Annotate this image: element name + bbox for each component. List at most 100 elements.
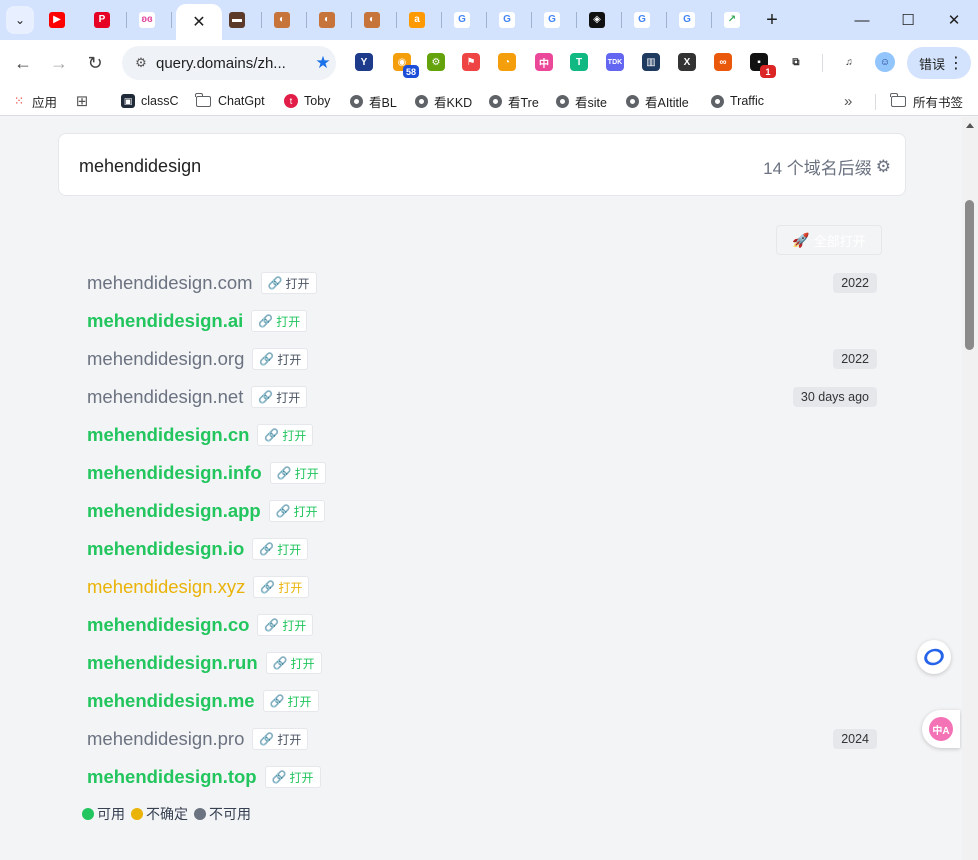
open-all-button[interactable]: 🚀 全部打开 xyxy=(776,225,882,255)
tab[interactable]: ◐ xyxy=(267,6,297,34)
open-domain-button[interactable]: 🔗 打开 xyxy=(262,690,319,712)
bookmark-item[interactable]: 看BL xyxy=(350,92,397,110)
bookmark-star-icon[interactable]: ★ xyxy=(310,53,336,73)
address-bar[interactable]: ⚙ query.domains/zh... ★ xyxy=(122,46,336,80)
tab-separator xyxy=(441,12,442,28)
t-extension-icon[interactable]: T xyxy=(570,53,588,71)
all-bookmarks[interactable]: 所有书签 xyxy=(890,92,963,110)
new-tab-button[interactable]: + xyxy=(760,8,784,32)
translate-extension-icon[interactable]: 中 xyxy=(535,53,553,71)
tab[interactable]: G xyxy=(627,6,657,34)
x-extension-icon[interactable]: X xyxy=(678,53,696,71)
tab-groups-button[interactable]: ⊞ xyxy=(75,92,95,110)
maximize-button[interactable]: ☐ xyxy=(885,0,931,40)
open-domain-button[interactable]: 🔗 打开 xyxy=(252,348,309,370)
domain-name[interactable]: mehendidesign.xyz xyxy=(87,576,245,598)
domain-row: mehendidesign.top 🔗 打开 xyxy=(87,758,877,796)
open-domain-button[interactable]: 🔗 打开 xyxy=(264,766,321,788)
menu-kebab-icon[interactable]: ⋮ xyxy=(948,53,964,73)
error-button[interactable]: 错误 ⋮ xyxy=(907,47,971,79)
domain-name[interactable]: mehendidesign.app xyxy=(87,500,261,522)
domain-name[interactable]: mehendidesign.co xyxy=(87,614,249,636)
domain-name[interactable]: mehendidesign.top xyxy=(87,766,257,788)
url-text[interactable]: query.domains/zh... xyxy=(156,55,310,72)
domain-name[interactable]: mehendidesign.cn xyxy=(87,424,249,446)
domain-name[interactable]: mehendidesign.pro xyxy=(87,728,244,750)
open-domain-button[interactable]: 🔗 打开 xyxy=(265,652,322,674)
close-icon[interactable]: ✕ xyxy=(192,12,205,32)
suffix-settings[interactable]: 14 个域名后缀 ⚙ xyxy=(763,154,891,179)
red-flag-extension-icon[interactable]: ⚑ xyxy=(462,53,480,71)
media-control-icon[interactable]: ♫ xyxy=(840,53,858,71)
tab[interactable]: G xyxy=(447,6,477,34)
open-domain-button[interactable]: 🔗 打开 xyxy=(257,614,314,636)
tab[interactable]: ↗ xyxy=(717,6,747,34)
bookmark-item[interactable]: 看AItitle xyxy=(626,92,689,110)
extensions-puzzle-icon[interactable]: ⧉ xyxy=(787,53,805,71)
bookmark-item[interactable]: Traffic xyxy=(711,92,764,110)
open-domain-button[interactable]: 🔗 打开 xyxy=(252,538,309,560)
domain-row: mehendidesign.run 🔗 打开 xyxy=(87,644,877,682)
domain-name[interactable]: mehendidesign.org xyxy=(87,348,244,370)
domain-row: mehendidesign.org 🔗 打开 2022 xyxy=(87,340,877,378)
tab[interactable]: ▬ xyxy=(222,6,252,34)
tab[interactable]: G xyxy=(537,6,567,34)
domain-name[interactable]: mehendidesign.com xyxy=(87,272,253,294)
site-info-icon[interactable]: ⚙ xyxy=(126,55,156,71)
tab[interactable]: a xyxy=(402,6,432,34)
y-extension-icon[interactable]: Y xyxy=(355,53,373,71)
tab[interactable]: G xyxy=(492,6,522,34)
tab[interactable]: ʚɞ xyxy=(132,6,162,34)
domain-name[interactable]: mehendidesign.net xyxy=(87,386,243,408)
tab-active[interactable]: ✕ xyxy=(176,4,222,40)
domain-name[interactable]: mehendidesign.io xyxy=(87,538,244,560)
bookmark-item[interactable]: ▣ classC xyxy=(121,92,179,110)
domain-name[interactable]: mehendidesign.info xyxy=(87,462,262,484)
bookmark-item[interactable]: t Toby xyxy=(284,92,330,110)
reload-button[interactable]: ↻ xyxy=(81,49,109,77)
open-domain-button[interactable]: 🔗 打开 xyxy=(252,728,309,750)
open-label: 打开 xyxy=(277,542,302,557)
scroll-thumb[interactable] xyxy=(965,200,974,350)
open-domain-button[interactable]: 🔗 打开 xyxy=(251,386,308,408)
open-domain-button[interactable]: 🔗 打开 xyxy=(260,272,317,294)
books-extension-icon[interactable]: ▥ xyxy=(642,53,660,71)
page-scrollbar[interactable] xyxy=(962,117,978,860)
link-extension-icon[interactable]: ∞ xyxy=(714,53,732,71)
chat-extension-icon[interactable]: ▪ 1 xyxy=(750,53,776,78)
scroll-up-arrow-icon[interactable] xyxy=(966,123,974,128)
translate-floating-button[interactable]: 中A xyxy=(922,710,960,748)
speedometer-extension-icon[interactable]: ◔ xyxy=(498,53,516,71)
puzzle-gear-extension-icon[interactable]: ⚙ xyxy=(427,53,445,71)
tdk-extension-icon[interactable]: TDK xyxy=(606,53,624,71)
tab[interactable]: G xyxy=(672,6,702,34)
rss-extension-icon[interactable]: ◉ 58 xyxy=(393,53,419,78)
tab[interactable]: ◐ xyxy=(357,6,387,34)
tab[interactable]: ▶ xyxy=(42,6,72,34)
bookmark-item[interactable]: 看site xyxy=(556,92,607,110)
forward-button[interactable]: → xyxy=(45,49,73,77)
bookmark-item[interactable]: ChatGpt xyxy=(195,92,265,110)
tab[interactable]: ◈ xyxy=(582,6,612,34)
domain-name[interactable]: mehendidesign.run xyxy=(87,652,258,674)
open-domain-button[interactable]: 🔗 打开 xyxy=(268,500,325,522)
tab[interactable]: ◐ xyxy=(312,6,342,34)
bookmark-item[interactable]: 看Tre xyxy=(489,92,539,110)
profile-avatar-icon[interactable]: ☺ xyxy=(875,52,895,72)
gear-icon[interactable]: ⚙ xyxy=(876,157,891,177)
back-button[interactable]: ← xyxy=(9,49,37,77)
open-domain-button[interactable]: 🔗 打开 xyxy=(251,310,308,332)
minimize-button[interactable]: — xyxy=(839,0,885,40)
ai-assistant-button[interactable] xyxy=(917,640,951,674)
query-input[interactable]: mehendidesign xyxy=(79,156,201,177)
more-bookmarks-button[interactable]: » xyxy=(844,92,852,110)
domain-name[interactable]: mehendidesign.me xyxy=(87,690,255,712)
close-window-button[interactable]: ✕ xyxy=(931,0,977,40)
bookmark-apps[interactable]: ⁙ 应用 xyxy=(12,92,57,110)
tab[interactable]: P xyxy=(87,6,117,34)
open-domain-button[interactable]: 🔗 打开 xyxy=(253,576,310,598)
bookmark-item[interactable]: 看KKD xyxy=(415,92,472,110)
domain-name[interactable]: mehendidesign.ai xyxy=(87,310,243,332)
open-domain-button[interactable]: 🔗 打开 xyxy=(257,424,314,446)
open-domain-button[interactable]: 🔗 打开 xyxy=(269,462,326,484)
